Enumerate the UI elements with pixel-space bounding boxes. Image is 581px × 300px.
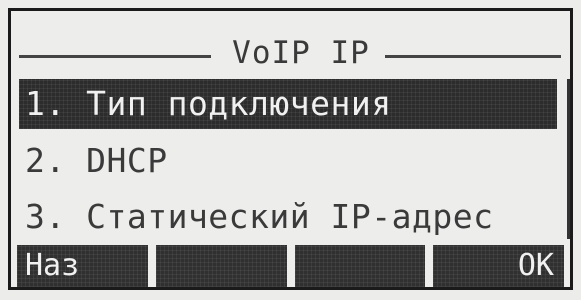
back-softkey-label: Наз xyxy=(25,248,80,283)
menu-item-connection-type[interactable]: 1. Тип подключения xyxy=(19,79,557,129)
menu-item-static-ip[interactable]: 3. Статический IP-адрес xyxy=(19,189,557,245)
menu-item-label: 1. Тип подключения xyxy=(25,84,392,123)
ok-softkey[interactable]: OK xyxy=(433,245,564,287)
ok-softkey-label: OK xyxy=(517,248,554,283)
back-softkey[interactable]: Наз xyxy=(17,245,148,287)
menu-list: 1. Тип подключения 2. DHCP 3. Статически… xyxy=(19,79,557,245)
menu-item-dhcp[interactable]: 2. DHCP xyxy=(19,133,557,189)
softkey-2[interactable] xyxy=(155,245,287,287)
lcd-frame: VoIP IP 1. Тип подключения 2. DHCP 3. Ст… xyxy=(8,8,573,290)
page-title: VoIP IP xyxy=(232,35,370,71)
phone-lcd-screen: VoIP IP 1. Тип подключения 2. DHCP 3. Ст… xyxy=(0,0,581,300)
softkey-3[interactable] xyxy=(294,245,426,287)
title-divider-right xyxy=(385,55,561,58)
title-divider-left xyxy=(19,55,211,58)
menu-item-label: 2. DHCP xyxy=(25,141,168,180)
menu-item-label: 3. Статический IP-адрес xyxy=(25,197,494,236)
title-bar: VoIP IP xyxy=(11,25,570,71)
scrollbar[interactable] xyxy=(567,79,570,239)
softkey-bar: Наз OK xyxy=(11,245,570,287)
